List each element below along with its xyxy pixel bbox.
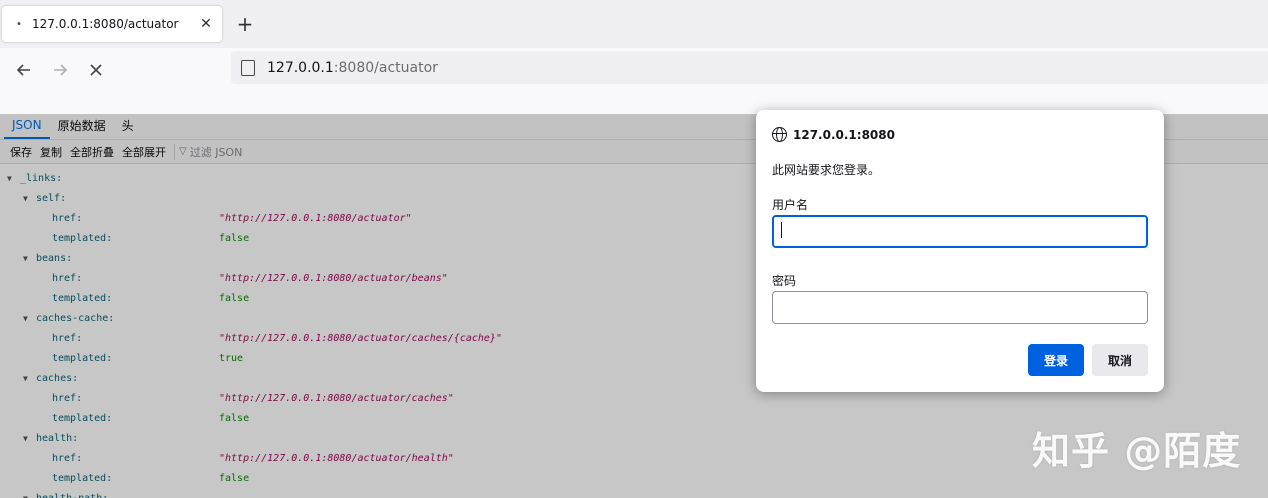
login-button[interactable]: 登录: [1028, 344, 1084, 376]
password-label: 密码: [772, 274, 797, 288]
cancel-button[interactable]: 取消: [1092, 344, 1148, 376]
username-field[interactable]: [772, 215, 1148, 248]
navigation-toolbar: 127.0.0.1 :8080/actuator: [0, 48, 1268, 114]
watermark: 知乎 @陌度: [1032, 429, 1242, 473]
url-host: 127.0.0.1: [267, 59, 334, 76]
browser-tab[interactable]: • 127.0.0.1:8080/actuator ✕: [2, 6, 222, 42]
page-icon: [241, 59, 255, 76]
stop-icon: [90, 64, 102, 76]
dialog-header: 127.0.0.1:8080: [772, 127, 895, 142]
globe-icon: [772, 127, 787, 142]
forward-arrow-icon: [54, 64, 68, 76]
forward-button[interactable]: [46, 56, 74, 84]
login-dialog: 127.0.0.1:8080 此网站要求您登录。 用户名 密码 登录 取消: [756, 110, 1164, 392]
dialog-host: 127.0.0.1:8080: [793, 127, 895, 142]
dialog-message: 此网站要求您登录。: [772, 163, 881, 177]
back-button[interactable]: [10, 56, 38, 84]
address-bar[interactable]: 127.0.0.1 :8080/actuator: [231, 51, 1268, 84]
password-field[interactable]: [772, 291, 1148, 324]
back-arrow-icon: [16, 64, 30, 76]
stop-button[interactable]: [82, 56, 110, 84]
tab-title: 127.0.0.1:8080/actuator: [32, 17, 179, 31]
username-label: 用户名: [772, 198, 809, 212]
tab-strip: • 127.0.0.1:8080/actuator ✕ +: [0, 0, 1268, 48]
url-path: :8080/actuator: [333, 59, 438, 76]
text-caret: [781, 222, 782, 238]
close-tab-icon[interactable]: ✕: [198, 16, 214, 32]
new-tab-button[interactable]: +: [234, 12, 256, 36]
loading-icon: •: [16, 18, 22, 30]
